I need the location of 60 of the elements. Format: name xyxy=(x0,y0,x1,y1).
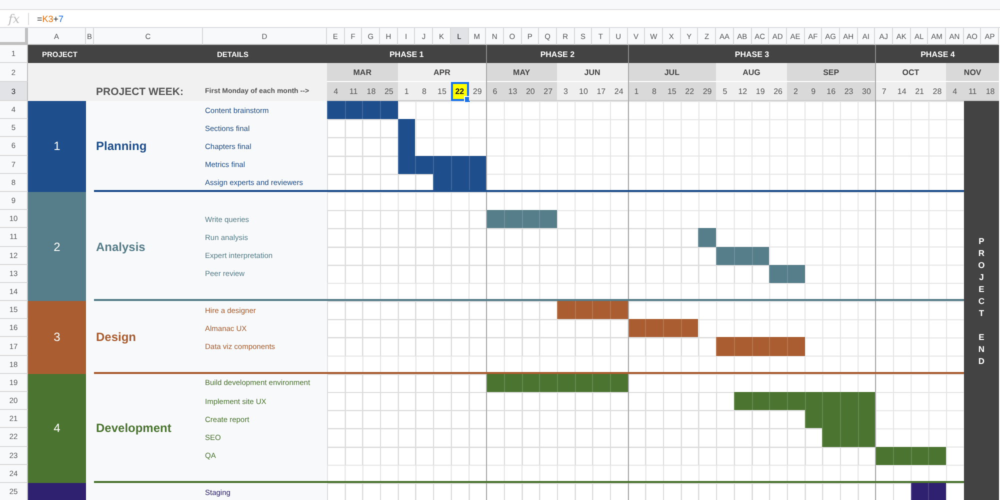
week-cell[interactable]: 16 xyxy=(822,82,840,101)
week-cell[interactable]: 5 xyxy=(716,82,734,101)
week-cell[interactable]: 12 xyxy=(734,82,752,101)
week-cell[interactable]: 28 xyxy=(928,82,946,101)
month-heading: APR xyxy=(398,63,486,82)
week-cell[interactable]: 24 xyxy=(610,82,628,101)
month-heading: SEP xyxy=(786,63,876,82)
month-heading: MAR xyxy=(327,63,398,82)
week-cell[interactable]: 21 xyxy=(910,82,928,101)
week-cell[interactable]: 22 xyxy=(680,82,698,101)
week-cell[interactable]: 22 xyxy=(450,82,468,101)
week-cell[interactable]: 11 xyxy=(964,82,982,101)
formula-input[interactable]: =K3+7 xyxy=(37,14,64,24)
week-cell[interactable]: 15 xyxy=(663,82,681,101)
week-cell[interactable]: 3 xyxy=(556,82,575,101)
week-cell[interactable]: 30 xyxy=(858,82,876,101)
week-cell[interactable]: 4 xyxy=(946,82,964,101)
phase-heading: PHASE 1 xyxy=(388,48,425,60)
select-all-corner[interactable] xyxy=(0,28,28,45)
week-cell[interactable]: 8 xyxy=(415,82,434,101)
month-heading: JUN xyxy=(556,63,628,82)
project-name: Analysis xyxy=(95,238,146,256)
month-heading: MAY xyxy=(486,63,557,82)
week-cell[interactable]: 13 xyxy=(504,82,522,101)
week-cell[interactable]: 4 xyxy=(327,82,345,101)
project-number: 1 xyxy=(54,139,60,154)
week-cell[interactable]: 19 xyxy=(752,82,770,101)
project-end-label: PROJECT END xyxy=(977,235,986,368)
project-number: 3 xyxy=(54,330,60,344)
project-number: 2 xyxy=(54,240,60,254)
week-cell[interactable]: 18 xyxy=(362,82,380,101)
project-week-label: PROJECT WEEK: xyxy=(95,84,185,100)
week-cell[interactable]: 25 xyxy=(380,82,398,101)
week-cell[interactable]: 26 xyxy=(769,82,787,101)
week-cell[interactable]: 7 xyxy=(875,82,893,101)
week-cell[interactable]: 17 xyxy=(592,82,610,101)
fx-label: fx xyxy=(6,12,21,26)
week-cell[interactable]: 14 xyxy=(893,82,911,101)
week-cell[interactable]: 20 xyxy=(522,82,540,101)
month-heading: OCT xyxy=(875,63,946,82)
week-cell[interactable]: 9 xyxy=(804,82,822,101)
week-cell[interactable]: 6 xyxy=(486,82,504,101)
project-name: Development xyxy=(95,420,172,438)
month-heading: NOV xyxy=(946,63,1000,82)
week-cell[interactable]: 23 xyxy=(840,82,858,101)
week-cell[interactable]: 11 xyxy=(344,82,362,101)
week-cell[interactable]: 18 xyxy=(981,82,1000,101)
month-heading: JUL xyxy=(628,63,716,82)
week-cell[interactable]: 2 xyxy=(786,82,805,101)
month-heading: AUG xyxy=(716,63,787,82)
week-cell[interactable]: 29 xyxy=(468,82,486,101)
week-cell[interactable]: 27 xyxy=(539,82,557,101)
week-cell[interactable]: 10 xyxy=(574,82,592,101)
week-cell[interactable]: 15 xyxy=(433,82,451,101)
project-name: Design xyxy=(95,329,138,346)
week-cell[interactable]: 8 xyxy=(645,82,664,101)
project-number: 4 xyxy=(54,421,60,436)
project-name: Planning xyxy=(95,138,148,156)
week-cell[interactable]: 1 xyxy=(398,82,416,101)
week-cell[interactable]: 29 xyxy=(698,82,716,101)
